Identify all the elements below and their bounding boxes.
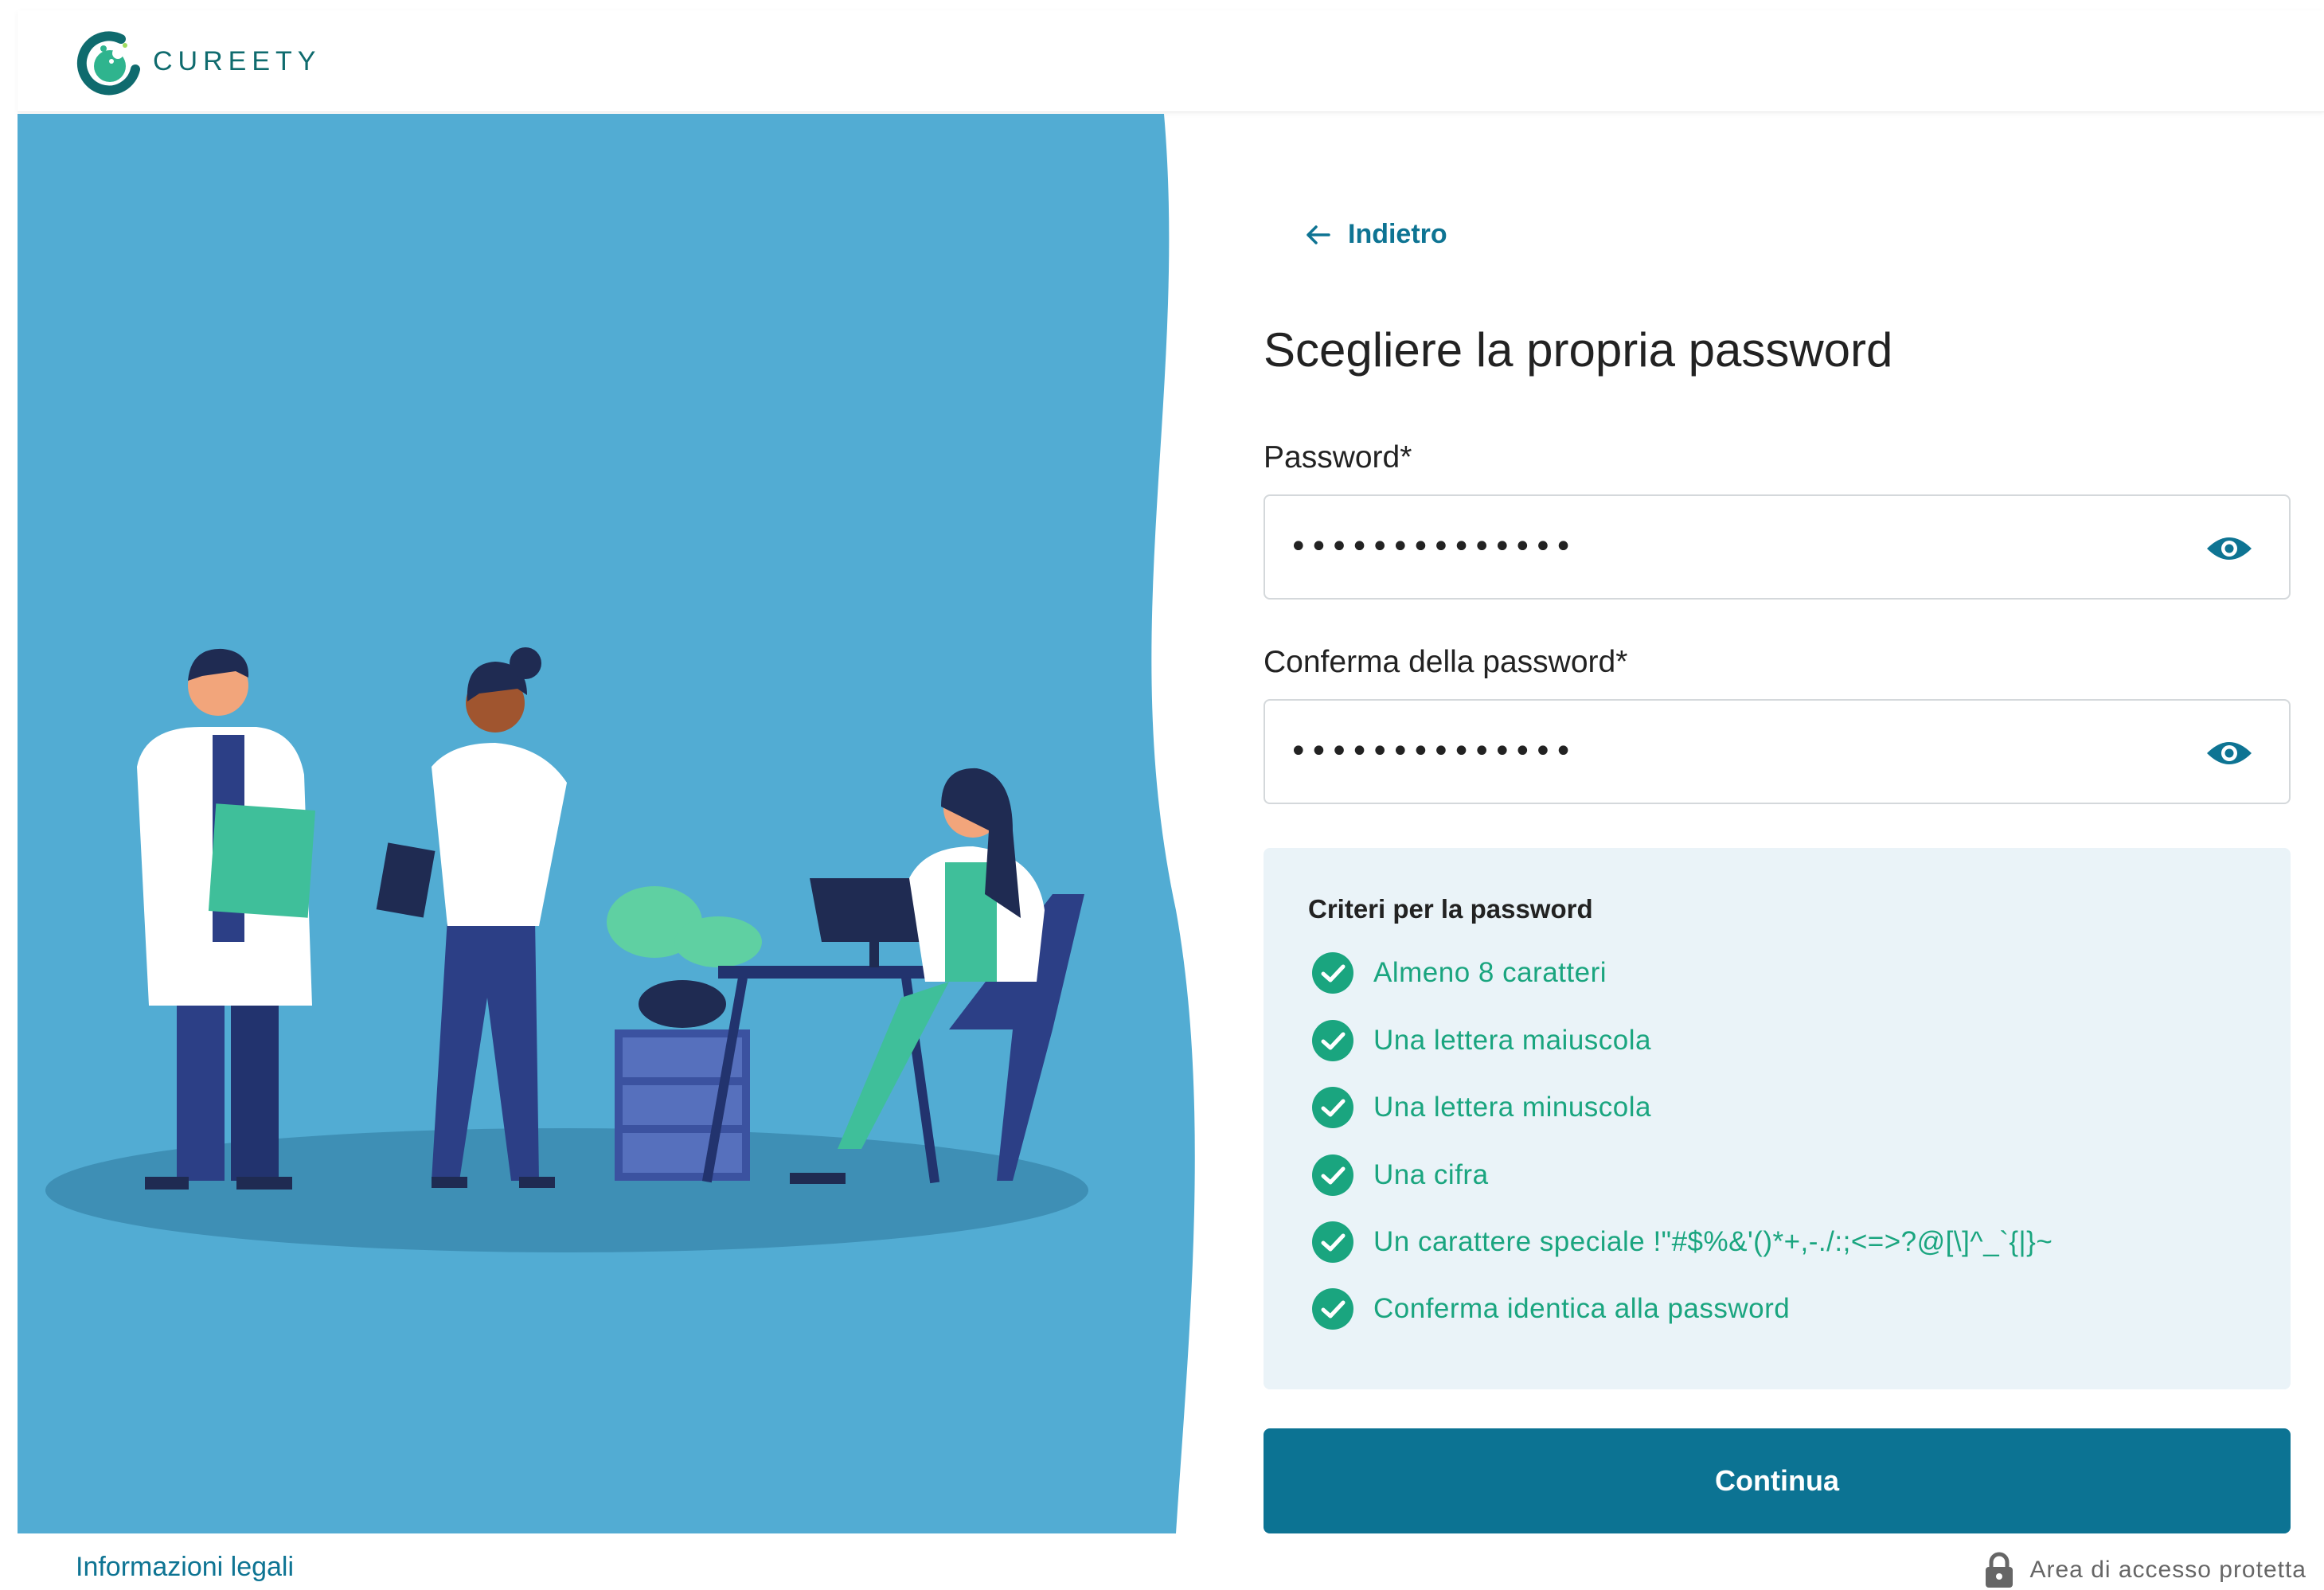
secure-area-notice: Area di accesso protetta <box>1983 1552 2306 1588</box>
check-circle-icon <box>1312 1288 1353 1330</box>
criteria-label: Una lettera maiuscola <box>1373 1025 1651 1056</box>
criteria-item: Una lettera maiuscola <box>1311 1019 1651 1062</box>
check-circle-icon <box>1312 1221 1353 1263</box>
lock-icon <box>1986 1552 2013 1588</box>
app-root: CUREETY Indietro Scegliere la propria pa… <box>18 10 2324 1590</box>
back-label: Indietro <box>1348 219 1447 249</box>
continue-button[interactable]: Continua <box>1264 1428 2291 1533</box>
password-field[interactable] <box>1264 494 2291 600</box>
criteria-label: Un carattere speciale !"#$%&'()*+,-./:;<… <box>1373 1226 2053 1257</box>
criteria-label: Almeno 8 caratteri <box>1373 957 1607 988</box>
logo-wordmark: CUREETY <box>153 45 322 76</box>
criteria-item: Una lettera minuscola <box>1311 1086 1651 1129</box>
illustration-panel <box>18 114 1196 1533</box>
password-input[interactable] <box>1289 529 2205 565</box>
cureety-logo[interactable]: CUREETY <box>73 25 321 98</box>
criteria-label: Una lettera minuscola <box>1373 1092 1651 1123</box>
check-circle-icon <box>1312 952 1353 994</box>
logo-mark-icon <box>76 31 140 96</box>
criteria-label: Una cifra <box>1373 1159 1489 1190</box>
criteria-title: Criteri per la password <box>1308 894 1593 924</box>
back-link[interactable]: Indietro <box>1303 219 1447 250</box>
top-header: CUREETY <box>18 10 2324 112</box>
page-footer: Informazioni legali Area di accesso prot… <box>18 1533 2324 1590</box>
password-criteria-panel: Criteri per la password Almeno 8 caratte… <box>1264 848 2291 1389</box>
password-form: Indietro Scegliere la propria password P… <box>1264 114 2306 1533</box>
page-title: Scegliere la propria password <box>1264 323 1893 377</box>
check-circle-icon <box>1312 1020 1353 1061</box>
check-circle-icon <box>1312 1087 1353 1128</box>
plant-and-cabinet <box>607 886 762 1181</box>
criteria-label: Conferma identica alla password <box>1373 1293 1791 1324</box>
eye-icon[interactable] <box>2205 531 2254 566</box>
criteria-item: Almeno 8 caratteri <box>1311 951 1607 994</box>
confirm-password-label: Conferma della password* <box>1264 645 1628 679</box>
criteria-item: Conferma identica alla password <box>1311 1287 1790 1330</box>
confirm-password-field[interactable] <box>1264 699 2291 804</box>
confirm-password-input[interactable] <box>1289 733 2205 770</box>
secure-area-label: Area di accesso protetta <box>2029 1557 2306 1583</box>
password-label: Password* <box>1264 440 1412 475</box>
check-circle-icon <box>1312 1154 1353 1196</box>
eye-icon[interactable] <box>2205 736 2254 771</box>
criteria-item: Una cifra <box>1311 1154 1489 1197</box>
medical-staff-illustration <box>18 114 1195 1533</box>
legal-info-link[interactable]: Informazioni legali <box>76 1552 294 1583</box>
criteria-item: Un carattere speciale !"#$%&'()*+,-./:;<… <box>1311 1221 2053 1264</box>
arrow-left-icon <box>1307 225 1330 244</box>
